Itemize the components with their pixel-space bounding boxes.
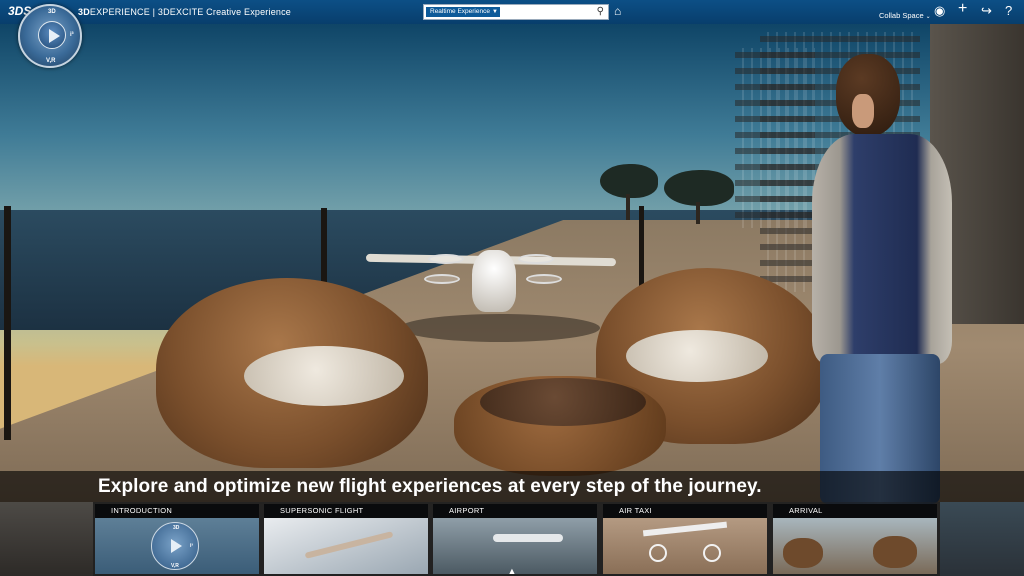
chapter-thumbnail [773,518,937,574]
railing-post [639,206,644,292]
play-icon [171,539,182,553]
aircraft-shadow [400,314,600,342]
next-thumbnail[interactable] [940,502,1024,576]
chevron-up-icon[interactable]: ▲ [506,566,518,576]
mini-compass-right: i³ [190,543,194,549]
chapter-supersonic-flight[interactable]: SUPERSONIC FLIGHT [264,504,428,574]
compass-icon: 3D i³ V,R [151,522,199,570]
chair [873,536,917,568]
tree [664,170,734,206]
mini-compass-top: 3D [173,525,180,531]
person-avatar [812,54,992,504]
airliner [493,534,563,542]
chapter-strip: INTRODUCTION 3D i³ V,R SUPERSONIC FLIGHT… [0,502,1024,576]
chapter-thumbnail [264,518,428,574]
app-title: 3DEXPERIENCE | 3DEXCITE Creative Experie… [78,7,291,17]
tree-trunk [626,194,630,220]
collab-space-label: Collab Space [879,11,924,20]
chair [783,538,823,568]
person-head [836,54,900,136]
top-bar: 3DS 3DEXPERIENCE | 3DEXCITE Creative Exp… [0,0,1024,24]
add-icon[interactable]: + [958,1,967,17]
aircraft-rotor [428,254,464,264]
play-icon [49,29,60,43]
caret-down-icon: ▼ [492,9,498,15]
chevron-down-icon: ⌄ [925,14,931,20]
rotor-ring [703,544,721,562]
brand-bold: 3D [78,7,90,17]
chapter-arrival[interactable]: ARRIVAL [773,504,937,574]
chapter-thumbnail [603,518,767,574]
tree-trunk [696,202,700,224]
compass-right-label: i³ [70,32,74,38]
compass-top-label: 3D [48,9,56,15]
compass-widget[interactable]: 3D i³ V,R [18,4,82,68]
search-icon[interactable]: ⚲ [597,6,604,17]
chapter-thumbnail: 3D i³ V,R [95,518,259,574]
search-input[interactable] [503,6,589,18]
tree [600,164,658,198]
search-box: Realtime Experience ▼ ⚲ [423,4,609,20]
search-scope-label: Realtime Experience [430,8,490,15]
compass-bottom-label: V,R [46,58,56,64]
chapter-introduction[interactable]: INTRODUCTION 3D i³ V,R [95,504,259,574]
help-icon[interactable]: ? [1005,3,1012,19]
railing-post [4,206,11,440]
air-taxi-aircraft [472,250,516,312]
brand-rest: EXPERIENCE | 3DEXCITE Creative Experienc… [89,7,292,17]
person-face [852,94,874,128]
aircraft-rotor [518,254,554,264]
chapter-title: SUPERSONIC FLIGHT [264,504,428,518]
collab-space-dropdown[interactable]: Collab Space ⌄ [879,11,931,20]
chapter-air-taxi[interactable]: AIR TAXI [603,504,767,574]
air-taxi-wing [642,521,728,537]
previous-thumbnail[interactable] [0,502,93,576]
aircraft-rotor [424,274,460,284]
share-icon[interactable]: ↪ [981,3,992,19]
supersonic-jet [304,531,394,559]
aircraft-rotor [526,274,562,284]
railing-post [321,208,327,292]
tag-icon[interactable]: ⌂ [614,4,621,18]
chapter-title: INTRODUCTION [95,504,259,518]
person-torso [812,134,952,364]
table-top [480,378,646,426]
search-scope-dropdown[interactable]: Realtime Experience ▼ [426,7,500,17]
chair-cushion [244,346,404,406]
mini-compass-bottom: V,R [171,563,179,569]
story-caption: Explore and optimize new flight experien… [0,471,1024,502]
chapter-title: AIRPORT [433,504,597,518]
chair-cushion [626,330,768,382]
chapter-title: AIR TAXI [603,504,767,518]
rotor-ring [649,544,667,562]
play-button[interactable] [38,21,66,49]
user-profile-icon[interactable]: ◉ [934,3,945,19]
chapter-title: ARRIVAL [773,504,937,518]
chapter-airport[interactable]: AIRPORT [433,504,597,574]
